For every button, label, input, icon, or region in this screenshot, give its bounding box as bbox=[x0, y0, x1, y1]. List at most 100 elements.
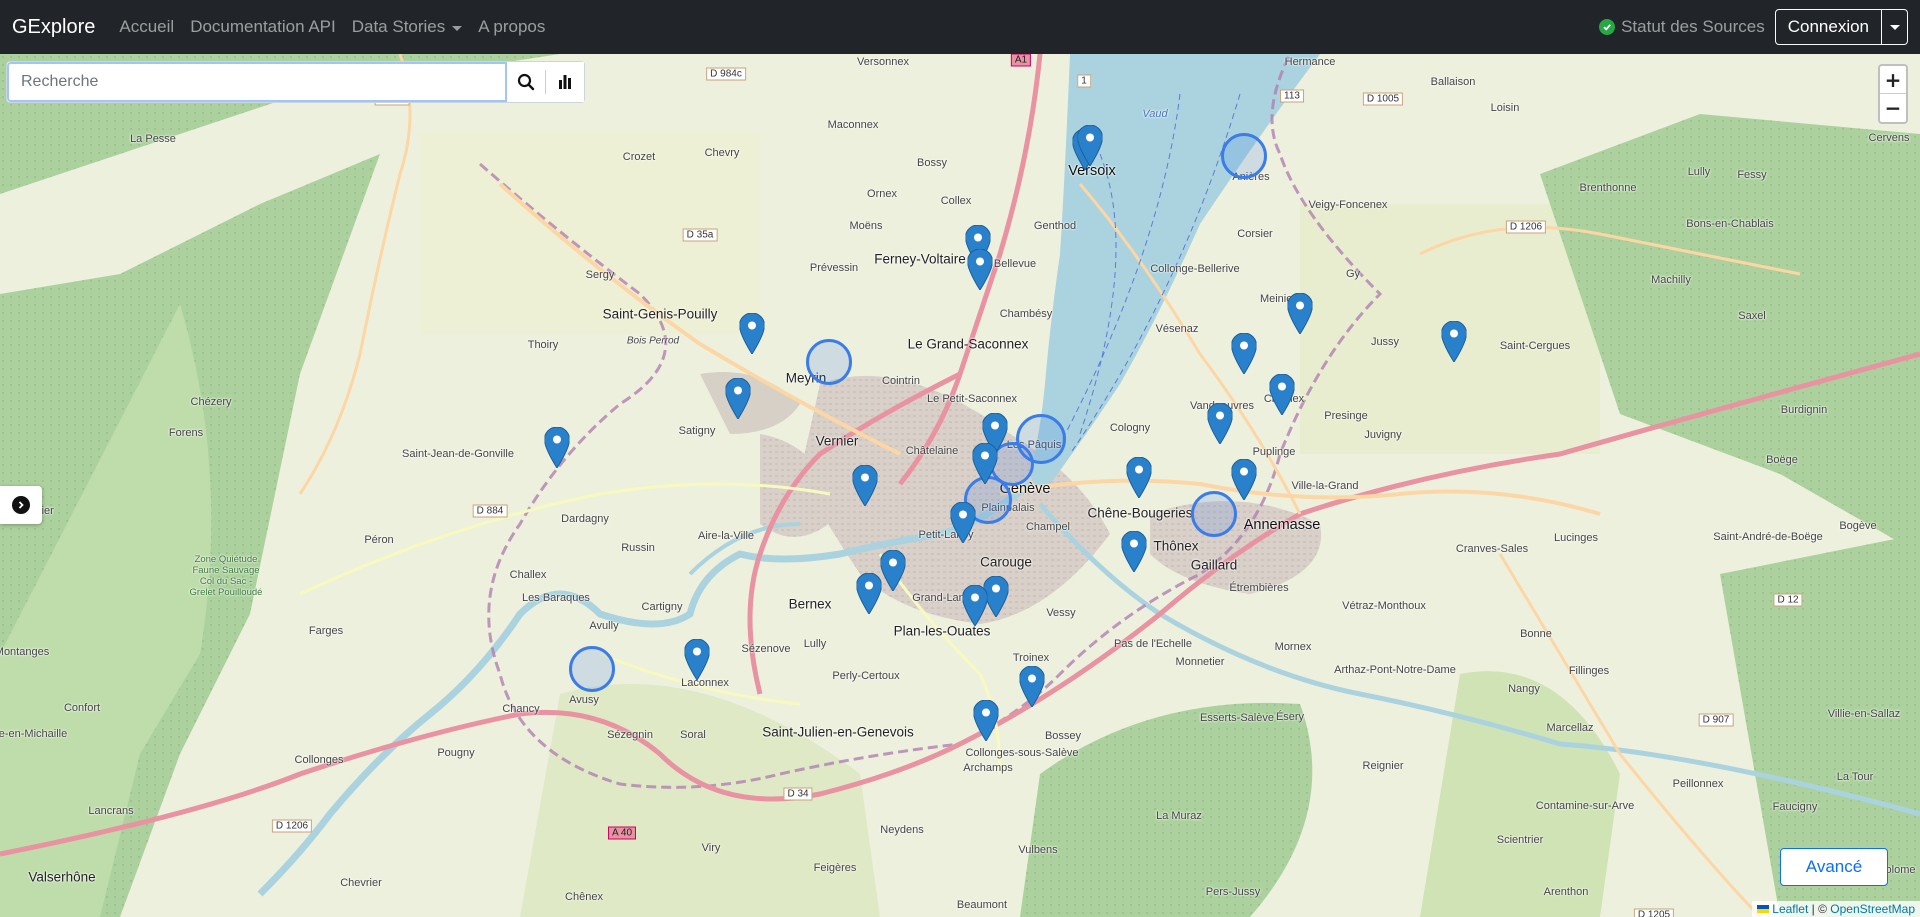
road-label: D 35a bbox=[682, 228, 718, 242]
map-label: Champel bbox=[1025, 521, 1071, 533]
map-label: Saint-Genis-Pouilly bbox=[602, 306, 718, 322]
map-label: Châtelaine bbox=[905, 445, 959, 457]
map-label: Vaud bbox=[1142, 108, 1168, 120]
map-marker-icon[interactable] bbox=[967, 249, 993, 290]
map-label: La Tour bbox=[1836, 771, 1874, 783]
navbar-right: Statut des Sources Connexion bbox=[1599, 9, 1908, 45]
map-canvas[interactable]: Genève Annemasse Versoix Saint-Genis-Pou… bbox=[0, 54, 1920, 917]
brand-logo[interactable]: GExplore bbox=[12, 16, 95, 39]
map-label: Annemasse bbox=[1243, 517, 1321, 533]
map-label: Carouge bbox=[980, 554, 1032, 570]
statistics-button[interactable] bbox=[546, 62, 584, 102]
map-label: Prévessin bbox=[809, 262, 859, 274]
nav-a-propos[interactable]: A propos bbox=[478, 17, 545, 37]
map-marker-icon[interactable] bbox=[1121, 531, 1147, 572]
search-icon bbox=[517, 73, 535, 91]
map-label: Mornex bbox=[1274, 641, 1312, 653]
map-marker-icon[interactable] bbox=[972, 443, 998, 484]
map-marker-icon[interactable] bbox=[1269, 374, 1295, 415]
advanced-button[interactable]: Avancé bbox=[1780, 848, 1888, 886]
source-status-link[interactable]: Statut des Sources bbox=[1599, 17, 1765, 37]
leaflet-link[interactable]: Leaflet bbox=[1772, 902, 1808, 916]
map-label: Peillonnex bbox=[1672, 778, 1724, 790]
nav-documentation-api[interactable]: Documentation API bbox=[190, 17, 336, 37]
map-label: Cartigny bbox=[641, 601, 683, 613]
map-label: Chambésy bbox=[999, 308, 1053, 320]
map-label: Fillinges bbox=[1568, 665, 1610, 677]
caret-down-icon bbox=[1889, 24, 1900, 30]
map-label: Burdignin bbox=[1780, 404, 1828, 416]
marker-cluster[interactable] bbox=[806, 339, 852, 385]
search-input[interactable] bbox=[7, 62, 507, 102]
map-marker-icon[interactable] bbox=[880, 550, 906, 591]
road-label: D 1205 bbox=[1633, 908, 1675, 917]
map-label: Saint-Julien-en-Genevois bbox=[762, 724, 914, 740]
map-label: Valserhône bbox=[28, 869, 96, 885]
marker-cluster[interactable] bbox=[1221, 133, 1267, 179]
map-marker-icon[interactable] bbox=[856, 573, 882, 614]
map-label: Chaillie-en-Michaille bbox=[0, 728, 68, 740]
map-label: Gy bbox=[1345, 268, 1361, 280]
sidebar-toggle-button[interactable] bbox=[0, 486, 42, 524]
map-marker-icon[interactable] bbox=[852, 465, 878, 506]
map-label: Beaumont bbox=[956, 899, 1008, 911]
map-label: Marcellaz bbox=[1546, 722, 1594, 734]
map-label: Versonnex bbox=[857, 56, 909, 68]
map-marker-icon[interactable] bbox=[1287, 293, 1313, 334]
road-label: D 1005 bbox=[1362, 92, 1404, 106]
map-marker-icon[interactable] bbox=[544, 427, 570, 468]
map-label: Bellevue bbox=[993, 258, 1037, 270]
map-label: Péron bbox=[364, 534, 394, 546]
marker-cluster[interactable] bbox=[1191, 491, 1237, 537]
attribution-separator: | © bbox=[1808, 902, 1831, 916]
openstreetmap-link[interactable]: OpenStreetMap bbox=[1830, 902, 1915, 916]
map-label: Cranves-Sales bbox=[1455, 543, 1529, 555]
map-label: Bossy bbox=[917, 157, 947, 169]
marker-cluster[interactable] bbox=[569, 646, 615, 692]
map-label: Puplinge bbox=[1252, 446, 1296, 458]
map-label: Forens bbox=[168, 427, 204, 439]
map-label: Pers-Jussy bbox=[1205, 886, 1261, 898]
map-marker-icon[interactable] bbox=[1207, 403, 1233, 444]
map-marker-icon[interactable] bbox=[1231, 459, 1257, 500]
caret-down-icon bbox=[452, 25, 463, 31]
map-label: Vulbens bbox=[1018, 844, 1058, 856]
map-marker-icon[interactable] bbox=[739, 313, 765, 354]
zoom-out-button[interactable]: − bbox=[1880, 94, 1906, 122]
check-circle-icon bbox=[1599, 19, 1616, 35]
map-marker-icon[interactable] bbox=[1126, 457, 1152, 498]
map-label: Les Baraques bbox=[522, 592, 590, 604]
map-marker-icon[interactable] bbox=[1231, 333, 1257, 374]
map-marker-icon[interactable] bbox=[1441, 321, 1467, 362]
map-label: Chêne-Bougeries bbox=[1087, 505, 1193, 521]
search-button[interactable] bbox=[507, 62, 545, 102]
map-label: La Muraz bbox=[1156, 810, 1202, 822]
map-label: Farges bbox=[308, 625, 344, 637]
map-marker-icon[interactable] bbox=[1077, 125, 1103, 166]
map-label: Machilly bbox=[1651, 274, 1691, 286]
map-label: Brenthonne bbox=[1579, 182, 1637, 194]
map-label: Chevrier bbox=[340, 877, 382, 889]
map-marker-icon[interactable] bbox=[973, 700, 999, 741]
map-label: Pougny bbox=[437, 747, 475, 759]
map-label: Sergy bbox=[585, 269, 615, 281]
map-marker-icon[interactable] bbox=[962, 585, 988, 626]
nav-data-stories-dropdown[interactable]: Data Stories bbox=[352, 17, 463, 37]
zoom-in-button[interactable]: + bbox=[1880, 66, 1906, 94]
map-label: Ésery bbox=[1275, 711, 1305, 723]
map-label: Archamps bbox=[963, 762, 1013, 774]
map-marker-icon[interactable] bbox=[725, 378, 751, 419]
login-dropdown-toggle[interactable] bbox=[1881, 10, 1907, 44]
map-label: Zone Quiétude Faune Sauvage Col du Sac -… bbox=[189, 554, 263, 598]
map-label: Bogève bbox=[1839, 520, 1877, 532]
map-label: Nangy bbox=[1508, 683, 1540, 695]
map-marker-icon[interactable] bbox=[950, 502, 976, 543]
nav-accueil[interactable]: Accueil bbox=[119, 17, 174, 37]
search-bar bbox=[6, 61, 585, 103]
map-label: Villie-en-Sallaz bbox=[1827, 708, 1901, 720]
login-button[interactable]: Connexion bbox=[1776, 10, 1881, 44]
map-marker-icon[interactable] bbox=[1019, 666, 1045, 707]
map-label: Lucinges bbox=[1553, 532, 1599, 544]
map-marker-icon[interactable] bbox=[684, 639, 710, 680]
map-label: Scientrier bbox=[1496, 834, 1544, 846]
